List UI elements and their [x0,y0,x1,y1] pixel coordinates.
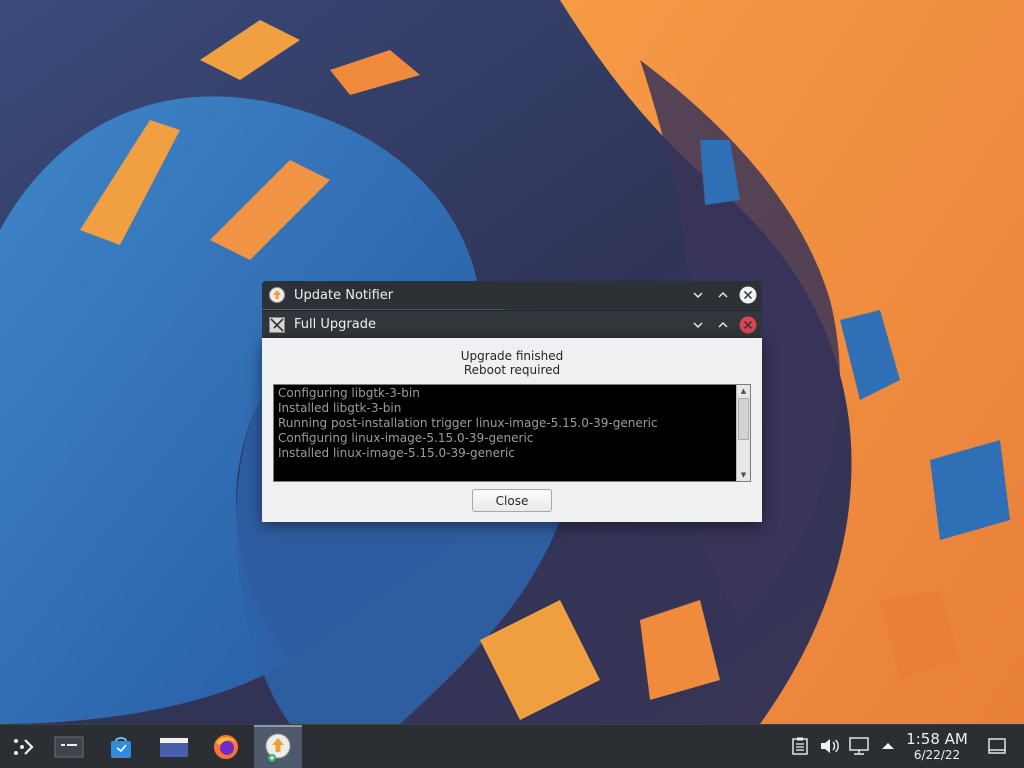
firefox[interactable] [203,725,249,768]
minimize-button[interactable] [687,284,709,306]
status-message: Upgrade finished [460,349,564,363]
scroll-down-arrow-icon[interactable]: ▼ [737,469,750,481]
clock-date[interactable]: 6/22/22 [900,748,974,762]
task-update-notifier[interactable] [254,725,302,768]
file-manager[interactable] [151,725,197,768]
show-desktop[interactable] [986,735,1008,757]
update-notifier-titlebar[interactable]: Update Notifier [262,281,762,309]
application-launcher[interactable] [0,725,46,768]
full-upgrade-dialog: Upgrade finished Reboot required Configu… [262,338,762,522]
log-line: Configuring libgtk-3-bin [278,386,420,400]
log-line: Running post-installation trigger linux-… [278,416,658,430]
file-manager-icon [160,737,188,757]
log-scrollbar[interactable]: ▲ ▼ [736,385,750,481]
maximize-button[interactable] [712,314,734,336]
clock-time[interactable]: 1:58 AM [900,730,974,748]
chevron-down-icon [693,292,703,298]
pager[interactable] [46,725,92,768]
tray-expand-icon [882,743,894,749]
volume[interactable] [819,735,841,757]
taskbar: 1:58 AM 6/22/22 [0,724,1024,768]
window-title: Update Notifier [294,287,394,303]
close-window-button[interactable] [737,284,759,306]
clipboard-icon [792,737,808,755]
network[interactable] [848,735,870,757]
log-line: Installed libgtk-3-bin [278,401,402,415]
close-window-button[interactable] [737,314,759,336]
close-icon [739,316,757,333]
full-upgrade-titlebar[interactable]: Full Upgrade [262,310,762,338]
maximize-button[interactable] [712,284,734,306]
log-lines: Configuring libgtk-3-bin Installed libgt… [278,386,734,461]
update-notifier-icon [265,733,291,762]
volume-icon [821,739,839,753]
log-line: Installed linux-image-5.15.0-39-generic [278,446,515,460]
tray-expand[interactable] [877,735,899,757]
chevron-up-icon [718,292,728,298]
firefox-icon [214,734,238,759]
update-notifier-icon [268,286,286,304]
log-line: Configuring linux-image-5.15.0-39-generi… [278,431,534,445]
show-desktop-icon [988,738,1006,754]
chevron-down-icon [693,322,703,328]
network-icon [849,737,869,755]
upgrade-log[interactable]: Configuring libgtk-3-bin Installed libgt… [273,384,751,482]
discover-store[interactable] [98,725,144,768]
scroll-thumb[interactable] [738,398,749,440]
close-button[interactable]: Close [472,489,552,512]
minimize-button[interactable] [687,314,709,336]
window-title: Full Upgrade [294,317,376,332]
scroll-up-arrow-icon[interactable]: ▲ [737,385,750,397]
x-window-icon [268,316,286,334]
clipboard[interactable] [789,735,811,757]
reboot-message: Reboot required [463,363,561,377]
application-launcher-icon [14,738,34,755]
chevron-up-icon [718,321,728,327]
close-icon [739,286,757,304]
pager-icon [54,736,84,757]
discover-store-icon [111,736,131,758]
